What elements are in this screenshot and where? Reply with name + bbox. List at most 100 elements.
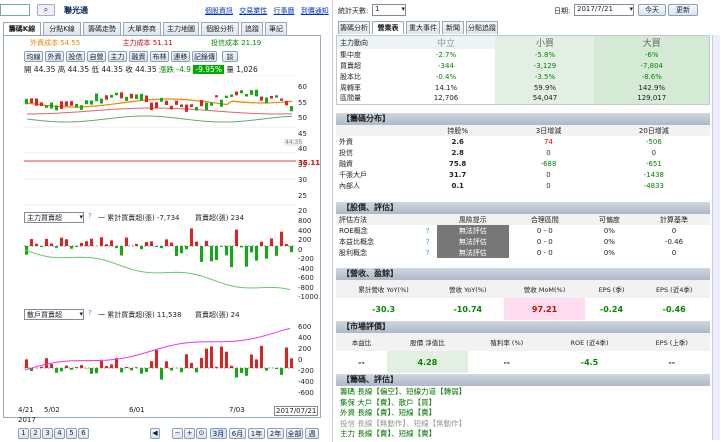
candle [195, 106, 198, 111]
btn-foreign[interactable]: 外資 [45, 51, 64, 62]
volume-bar [285, 244, 288, 246]
link-trade[interactable]: 交易業性 [239, 7, 267, 15]
price-axis: 60 55 50 45 40 35 30 25 20 [298, 83, 307, 215]
page-5[interactable]: 5 [66, 428, 77, 439]
page-4[interactable]: 4 [54, 428, 65, 439]
volume-bar [120, 368, 123, 373]
ma-trust-line [26, 115, 293, 123]
page-3[interactable]: 3 [42, 428, 53, 439]
tab-branch-track[interactable]: 分點追蹤 [466, 21, 498, 34]
ohlc-low: 低 44.35 [91, 65, 123, 74]
pan-icon[interactable]: ⊙ [196, 428, 207, 439]
tab-chip-trend[interactable]: 籌碼走勢 [83, 22, 121, 35]
candle [125, 96, 128, 101]
volume-bar [260, 241, 263, 246]
main-force-select[interactable]: 主力買賣超 ▾ [24, 212, 84, 223]
stock-code-input[interactable] [0, 4, 30, 16]
volume-bar [280, 231, 283, 246]
table-row: 投信 2.8 0 0 [339, 148, 657, 157]
zoom-3m[interactable]: 3月 [210, 428, 227, 439]
candle [120, 92, 123, 99]
zoom-2y[interactable]: 2年 [267, 428, 284, 439]
volume-bar [90, 238, 93, 246]
sub2-legend: 一 累計買賣超(張) 11,538 [98, 311, 182, 319]
ohlc-bar: 開 44.35 高 44.35 低 44.35 收 44.35 漲跌 -4.9 … [24, 64, 258, 75]
volume-bar [290, 246, 293, 253]
link-calendar[interactable]: 行事曆 [273, 7, 294, 15]
candle [55, 105, 58, 111]
btn-dealer[interactable]: 自營 [87, 51, 106, 62]
btn-bollinger[interactable]: 布林 [150, 51, 169, 62]
table-row: 股利概念? 無法評估 0 - 0 0% 0 [339, 247, 677, 258]
ohlc-pct: -9.95% [193, 65, 224, 74]
legend-foreign-cost: 外資成本 54.55 [30, 39, 81, 47]
link-stock-info[interactable]: 個股資訊 [205, 7, 233, 15]
page-6[interactable]: 6 [78, 428, 89, 439]
volume-bar [140, 368, 143, 374]
btn-margin[interactable]: 融資 [129, 51, 148, 62]
prev-icon[interactable]: ◀ [150, 428, 160, 439]
valuation-title: 【股價、評估】 [336, 202, 710, 214]
candle [135, 94, 138, 100]
zoom-1y[interactable]: 1年 [248, 428, 265, 439]
zoom-6m[interactable]: 6月 [229, 428, 246, 439]
refresh-button[interactable]: 更新 [668, 4, 698, 16]
help-icon[interactable]: ? [423, 247, 437, 258]
volume-bar [225, 351, 228, 368]
tab-branch-kline[interactable]: 分點K線 [43, 22, 81, 35]
volume-bar [75, 367, 78, 368]
volume-bar [200, 246, 203, 262]
search-icon[interactable]: ⌕ [37, 4, 55, 16]
retail-select[interactable]: 散戶買賣超 ▾ [24, 309, 84, 320]
tab-chip-kline[interactable]: 籌碼K線 [3, 22, 41, 35]
tab-events[interactable]: 重大事件 [406, 21, 440, 34]
volume-bar [75, 246, 78, 248]
tab-notes[interactable]: 筆記 [265, 22, 287, 35]
candle [155, 102, 158, 109]
help-icon[interactable]: ? [423, 225, 437, 236]
btn-trust[interactable]: 投信 [66, 51, 85, 62]
zoom-in-icon[interactable]: + [184, 428, 195, 439]
volume-bar [130, 368, 133, 371]
ohlc-high: 高 44.35 [57, 65, 90, 74]
btn-record[interactable]: 記錄傳 [192, 51, 217, 62]
right-tabbar: 籌碼分析 營業表 重大事件 新聞 分點追蹤 [338, 21, 578, 35]
volume-bar [150, 361, 153, 368]
eval-line-main: 主力 長線【賣】、短線【賣】 [340, 429, 437, 438]
candle [150, 102, 153, 111]
volume-bar [160, 368, 163, 380]
tab-chip-analysis[interactable]: 籌碼分析 [338, 21, 370, 34]
page-2[interactable]: 2 [30, 428, 41, 439]
right-scrollbar[interactable] [712, 35, 720, 440]
btn-shift[interactable]: 連移 [171, 51, 190, 62]
tab-big-broker[interactable]: 大單券商 [123, 22, 161, 35]
candle [265, 97, 268, 104]
candle [230, 94, 233, 97]
tab-main-map[interactable]: 主力地圖 [163, 22, 199, 35]
btn-main[interactable]: 主力 [108, 51, 127, 62]
table-row: 千張大戶 31.7 0 -1438 [339, 170, 665, 179]
link-price-alert[interactable]: 到價通知 [301, 7, 329, 15]
candle [245, 93, 248, 97]
tab-track[interactable]: 追蹤 [241, 22, 263, 35]
today-button[interactable]: 今天 [638, 4, 666, 16]
volume-bar [170, 368, 173, 371]
zoom-week[interactable]: 週 [305, 428, 319, 439]
tab-business[interactable]: 營業表 [372, 21, 404, 34]
days-select[interactable]: 1 ▾ [372, 4, 406, 16]
btn-ma[interactable]: 均線 [24, 51, 43, 62]
page-1[interactable]: 1 [18, 428, 29, 439]
btn-talk[interactable]: 談 [222, 51, 238, 62]
volume-bar [185, 354, 188, 368]
zoom-out-icon[interactable]: − [172, 428, 183, 439]
candle [205, 102, 208, 110]
table-row: ROE概念? 無法評估 0 - 0 0% 0 [339, 225, 677, 236]
volume-bar [110, 364, 113, 368]
zoom-all[interactable]: 全部 [286, 428, 303, 439]
tab-news[interactable]: 新聞 [442, 21, 464, 34]
date-select[interactable]: 2017/7/21 ▾ [574, 4, 634, 16]
help-icon[interactable]: ? [423, 236, 437, 247]
volume-bar [60, 237, 63, 246]
tab-stock-analysis[interactable]: 個股分析 [201, 22, 239, 35]
volume-bar [35, 243, 38, 246]
